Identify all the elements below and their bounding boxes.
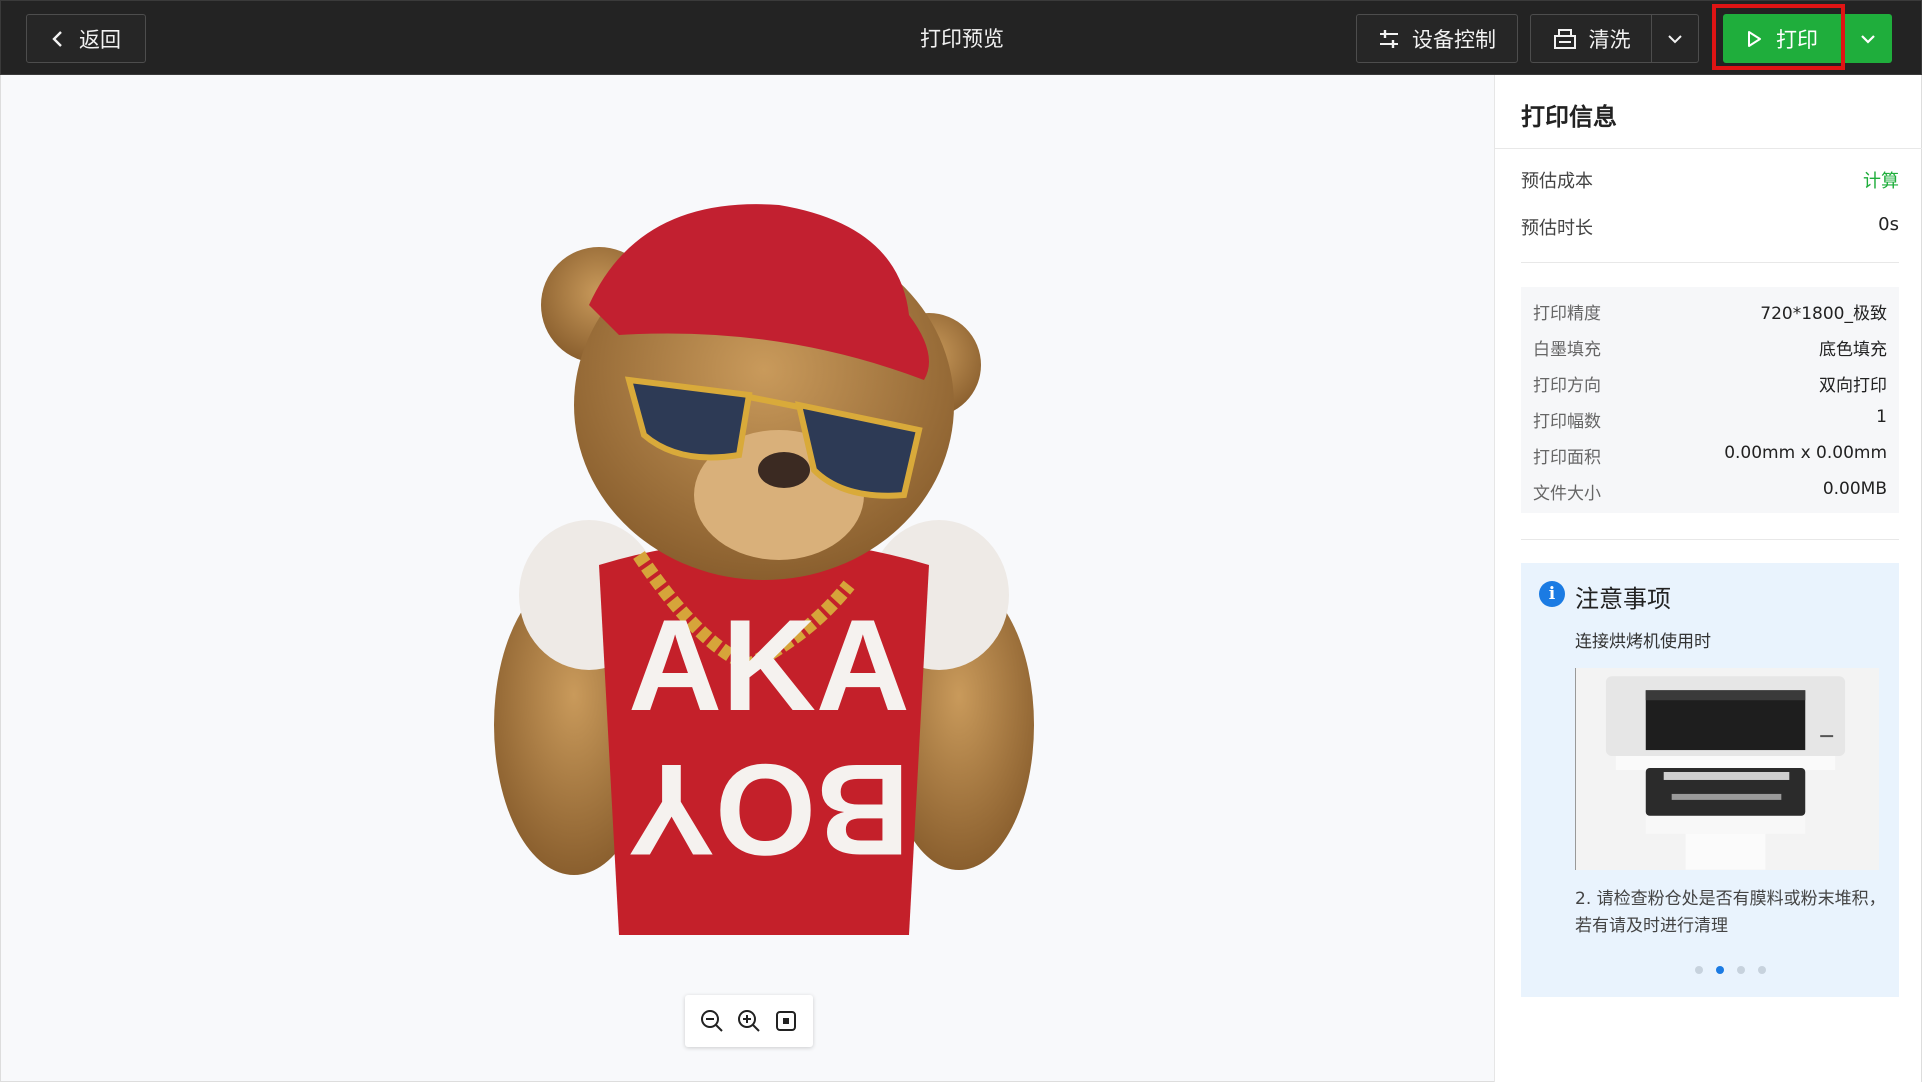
back-button-label: 返回: [79, 27, 121, 52]
print-info-panel: 打印信息 预估成本 计算 预估时长 0s 打印精度 720*1800_极致 白墨…: [1494, 75, 1922, 1082]
printer-illustration: [1575, 668, 1879, 870]
print-dropdown-button[interactable]: [1844, 14, 1892, 63]
clean-button-label: 清洗: [1588, 27, 1631, 52]
info-icon: i: [1539, 581, 1565, 607]
print-setting-value: 0.00MB: [1822, 479, 1887, 499]
carousel-dot[interactable]: [1737, 966, 1745, 974]
estimated-duration-value: 0s: [1878, 214, 1899, 235]
notice-subtitle: 连接烘烤机使用时: [1575, 632, 1711, 652]
print-setting-label: 白墨填充: [1533, 340, 1601, 360]
printhead-icon: [1553, 28, 1576, 49]
chevron-down-icon: [1861, 34, 1875, 44]
print-setting-row: 打印精度 720*1800_极致: [1533, 299, 1887, 324]
estimated-duration-label: 预估时长: [1521, 218, 1593, 239]
print-setting-label: 打印面积: [1533, 448, 1601, 468]
panel-divider: [1521, 539, 1899, 540]
estimated-duration-row: 预估时长 0s: [1521, 214, 1899, 240]
preview-canvas[interactable]: AKA BOY: [0, 75, 1494, 1082]
print-setting-label: 打印幅数: [1533, 412, 1601, 432]
carousel-dots: [1695, 966, 1766, 974]
print-setting-row: 打印面积 0.00mm x 0.00mm: [1533, 443, 1887, 468]
print-setting-row: 白墨填充 底色填充: [1533, 335, 1887, 360]
zoom-in-icon[interactable]: [737, 1009, 761, 1033]
print-artwork: AKA BOY: [494, 204, 1034, 935]
panel-divider: [1521, 262, 1899, 263]
notice-title: 注意事项: [1575, 585, 1671, 613]
print-setting-label: 文件大小: [1533, 484, 1601, 504]
clean-button[interactable]: 清洗: [1530, 14, 1652, 63]
chevron-left-icon: [52, 30, 62, 47]
print-settings-box: 打印精度 720*1800_极致 白墨填充 底色填充 打印方向 双向打印 打印幅…: [1521, 287, 1899, 513]
device-control-button[interactable]: 设备控制: [1356, 14, 1518, 63]
print-setting-label: 打印方向: [1533, 376, 1601, 396]
print-setting-row: 打印方向 双向打印: [1533, 371, 1887, 396]
print-button[interactable]: 打印: [1723, 14, 1841, 63]
notice-card: i 注意事项 连接烘烤机使用时 2. 请检查粉仓处是否有膜料或粉末堆积，若有请及…: [1521, 563, 1899, 997]
clean-dropdown-button[interactable]: [1651, 14, 1699, 63]
print-setting-value: 720*1800_极致: [1760, 304, 1887, 324]
back-button[interactable]: 返回: [26, 14, 146, 63]
bear-nose: [758, 452, 810, 488]
estimated-cost-row: 预估成本 计算: [1521, 167, 1899, 193]
print-setting-value: 0.00mm x 0.00mm: [1724, 443, 1887, 463]
chevron-down-icon: [1668, 34, 1682, 43]
carousel-dot[interactable]: [1695, 966, 1703, 974]
sliders-icon: [1380, 29, 1398, 48]
zoom-toolbar: [685, 995, 813, 1047]
estimated-cost-label: 预估成本: [1521, 171, 1593, 192]
print-setting-label: 打印精度: [1533, 304, 1601, 324]
calculate-cost-link[interactable]: 计算: [1863, 167, 1899, 193]
print-setting-row: 文件大小 0.00MB: [1533, 479, 1887, 504]
print-setting-value: 底色填充: [1819, 340, 1887, 360]
print-setting-value: 1: [1876, 407, 1887, 427]
zoom-out-icon[interactable]: [700, 1009, 724, 1033]
print-button-label: 打印: [1776, 27, 1818, 52]
shirt-text-top: AKA: [628, 592, 910, 738]
top-bar: 返回 打印预览 设备控制 清洗 打印: [0, 0, 1922, 75]
print-setting-value: 双向打印: [1819, 376, 1887, 396]
print-setting-row: 打印幅数 1: [1533, 407, 1887, 432]
shirt-text-bottom: BOY: [628, 737, 910, 883]
notice-text: 2. 请检查粉仓处是否有膜料或粉末堆积，若有请及时进行清理: [1575, 889, 1886, 936]
panel-divider: [1495, 148, 1922, 149]
device-control-label: 设备控制: [1412, 27, 1496, 52]
carousel-dot[interactable]: [1758, 966, 1766, 974]
play-icon: [1748, 30, 1761, 47]
fit-screen-icon[interactable]: [774, 1009, 798, 1033]
panel-title: 打印信息: [1521, 103, 1617, 131]
carousel-dot-active[interactable]: [1716, 966, 1724, 974]
